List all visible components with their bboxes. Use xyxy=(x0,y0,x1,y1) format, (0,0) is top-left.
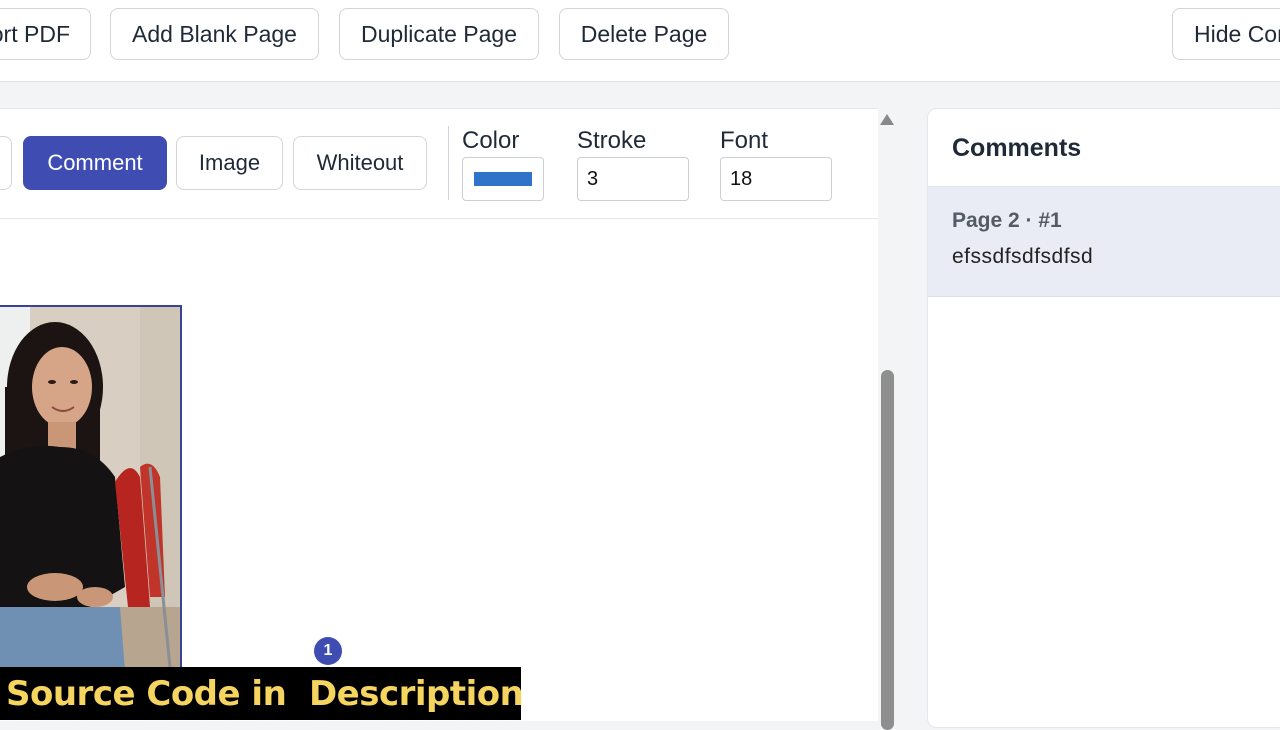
mode-button-partial[interactable] xyxy=(0,136,12,190)
top-toolbar: Export PDF Add Blank Page Duplicate Page… xyxy=(0,0,1280,82)
color-picker[interactable] xyxy=(462,157,544,201)
comments-header: Comments xyxy=(928,109,1280,187)
stroke-label: Stroke xyxy=(577,127,647,154)
color-label: Color xyxy=(462,127,520,154)
inserted-photo[interactable] xyxy=(0,305,182,670)
comment-mode-button[interactable]: Comment xyxy=(23,136,167,190)
whiteout-mode-button[interactable]: Whiteout xyxy=(293,136,427,190)
comment-text: efssdfsdfsdfsd xyxy=(952,245,1094,268)
tool-divider xyxy=(448,126,449,200)
comments-title: Comments xyxy=(952,134,1082,162)
scrollbar-thumb[interactable] xyxy=(881,370,894,730)
comment-meta: Page 2 · #1 xyxy=(952,209,1062,232)
duplicate-page-button[interactable]: Duplicate Page xyxy=(339,8,539,60)
comment-marker[interactable]: 1 xyxy=(314,637,342,665)
pdf-page-canvas[interactable]: 1 xyxy=(0,220,878,721)
delete-page-button[interactable]: Delete Page xyxy=(559,8,729,60)
comment-item[interactable]: Page 2 · #1 efssdfsdfsdfsd xyxy=(928,187,1280,297)
hide-comments-button[interactable]: Hide Comments xyxy=(1172,8,1280,60)
tool-row: Comment Image Whiteout Color Stroke Font… xyxy=(0,109,878,219)
add-blank-page-button[interactable]: Add Blank Page xyxy=(110,8,319,60)
scroll-up-arrow-icon[interactable] xyxy=(880,114,894,125)
comments-panel: Comments Page 2 · #1 efssdfsdfsdfsd xyxy=(927,108,1280,728)
overlay-banner: Source Code in Description xyxy=(0,667,524,720)
image-mode-button[interactable]: Image xyxy=(176,136,283,190)
banner-text: Source Code in Description xyxy=(6,673,524,714)
stroke-input[interactable]: 3 xyxy=(577,157,689,201)
editor-panel: Comment Image Whiteout Color Stroke Font… xyxy=(0,108,878,721)
font-label: Font xyxy=(720,127,769,154)
export-pdf-button[interactable]: Export PDF xyxy=(0,8,91,60)
color-swatch xyxy=(474,172,532,186)
photo-image xyxy=(0,307,180,668)
font-size-input[interactable]: 18 xyxy=(720,157,832,201)
